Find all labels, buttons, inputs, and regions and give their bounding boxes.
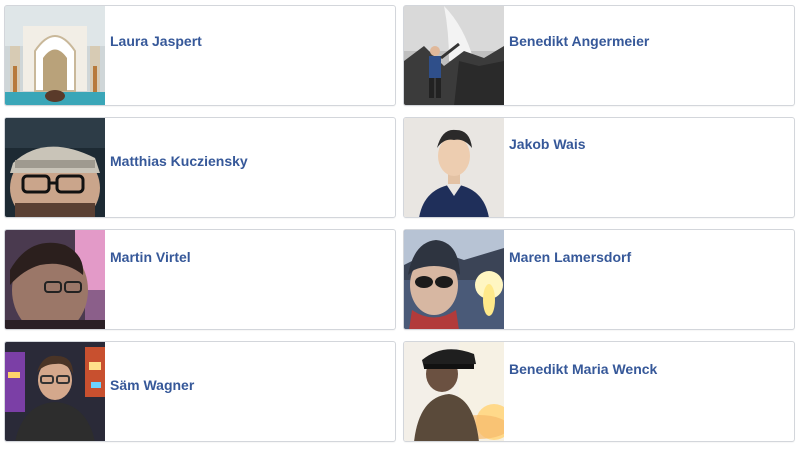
profile-photo[interactable]	[404, 6, 504, 105]
friend-card[interactable]: Jakob Wais	[403, 117, 795, 218]
profile-photo[interactable]	[5, 342, 105, 441]
friend-card[interactable]: Matthias Kucziensky	[4, 117, 396, 218]
friends-grid: Laura Jaspert Benedikt Angermeier Matthi…	[0, 0, 802, 451]
profile-photo[interactable]	[5, 118, 105, 217]
profile-photo-matthias-image	[5, 118, 105, 217]
friend-name-link[interactable]: Martin Virtel	[110, 249, 191, 265]
friend-name-link[interactable]: Benedikt Maria Wenck	[509, 361, 657, 377]
profile-photo-benedikt-mw-image	[404, 342, 504, 441]
profile-photo[interactable]	[404, 230, 504, 329]
friend-card[interactable]: Martin Virtel	[4, 229, 396, 330]
profile-photo[interactable]	[5, 6, 105, 105]
friend-name-link[interactable]: Maren Lamersdorf	[509, 249, 631, 265]
friend-card[interactable]: Benedikt Angermeier	[403, 5, 795, 106]
profile-photo[interactable]	[404, 118, 504, 217]
profile-photo-laura-image	[5, 6, 105, 105]
profile-photo-saem-image	[5, 342, 105, 441]
friend-card[interactable]: Laura Jaspert	[4, 5, 396, 106]
friend-card[interactable]: Säm Wagner	[4, 341, 396, 442]
profile-photo[interactable]	[404, 342, 504, 441]
friend-card[interactable]: Maren Lamersdorf	[403, 229, 795, 330]
profile-photo-maren-image	[404, 230, 504, 329]
friend-card[interactable]: Benedikt Maria Wenck	[403, 341, 795, 442]
profile-photo-benedikt-a-image	[404, 6, 504, 105]
friend-name-link[interactable]: Laura Jaspert	[110, 33, 202, 49]
friend-name-link[interactable]: Säm Wagner	[110, 377, 194, 393]
friend-name-link[interactable]: Matthias Kucziensky	[110, 153, 248, 169]
friend-name-link[interactable]: Benedikt Angermeier	[509, 33, 649, 49]
profile-photo[interactable]	[5, 230, 105, 329]
profile-photo-martin-image	[5, 230, 105, 329]
profile-photo-jakob-image	[404, 118, 504, 217]
friend-name-link[interactable]: Jakob Wais	[509, 136, 586, 152]
